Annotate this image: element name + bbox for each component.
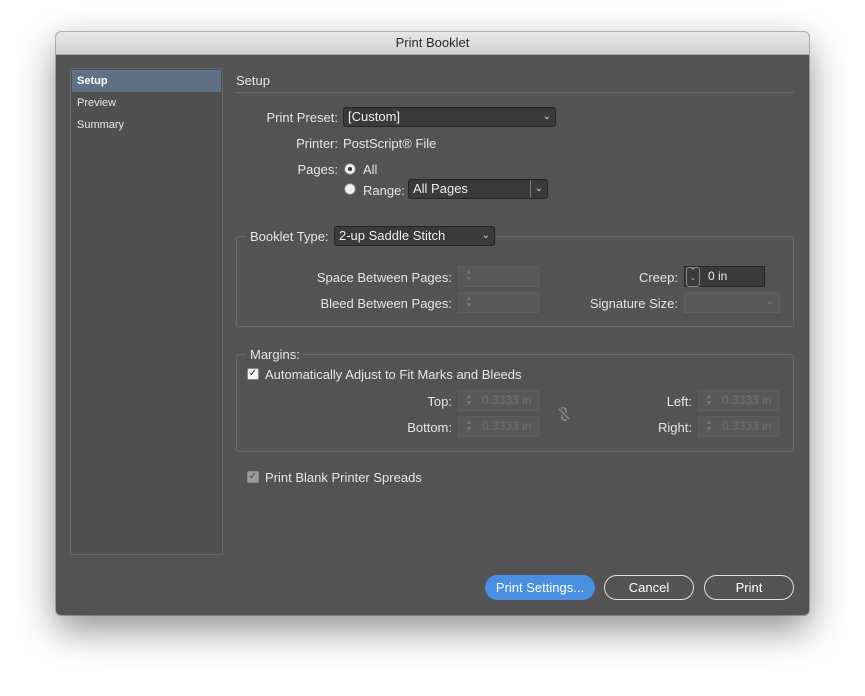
stepper-icon: ▲ ▼ (465, 419, 473, 433)
margins-heading: Margins: (250, 347, 300, 362)
sidebar-item-setup[interactable]: Setup (72, 70, 221, 92)
bottom-margin-value: 0.3333 in (482, 419, 532, 433)
pages-range-label: Range: (363, 183, 405, 198)
print-blank-spreads-label: Print Blank Printer Spreads (265, 470, 422, 485)
sidebar: Setup Preview Summary (70, 68, 223, 555)
creep-label: Creep: (638, 270, 678, 285)
top-margin-field: ▲ ▼ 0.3333 in (458, 390, 539, 411)
space-between-pages-label: Space Between Pages: (316, 270, 452, 285)
right-margin-field: ▲ ▼ 0.3333 in (698, 416, 779, 437)
creep-field[interactable]: ⌃ ⌄ 0 in (684, 266, 765, 287)
bleed-between-pages-field: ▲ ▼ (458, 292, 539, 313)
print-preset-label: Print Preset: (266, 110, 338, 125)
stepper-icon: ▲ ▼ (465, 269, 473, 283)
printer-value: PostScript® File (343, 136, 437, 151)
right-margin-value: 0.3333 in (722, 419, 772, 433)
section-heading: Setup (236, 73, 270, 88)
sidebar-item-preview[interactable]: Preview (72, 92, 221, 114)
left-margin-value: 0.3333 in (722, 393, 772, 407)
stepper-icon: ▲ ▼ (705, 393, 713, 407)
print-button[interactable]: Print (704, 575, 794, 600)
window-title: Print Booklet (56, 32, 809, 55)
pages-range-radio[interactable] (344, 183, 356, 195)
bleed-between-pages-label: Bleed Between Pages: (320, 296, 452, 311)
combo-divider (530, 180, 531, 198)
chain-link-icon (556, 406, 572, 425)
pages-all-label: All (363, 162, 378, 177)
chevron-down-icon: ⌄ (534, 183, 543, 194)
chevron-down-icon: ⌄ (542, 111, 551, 122)
left-margin-field: ▲ ▼ 0.3333 in (698, 390, 779, 411)
booklet-type-label: Booklet Type: (250, 229, 329, 244)
chevron-down-icon: ⌄ (765, 296, 774, 307)
pages-label: Pages: (297, 162, 338, 177)
left-margin-label: Left: (666, 394, 692, 409)
bottom-margin-field: ▲ ▼ 0.3333 in (458, 416, 539, 437)
print-booklet-dialog: Print Booklet Setup Preview Summary Setu… (56, 32, 809, 615)
print-preset-select[interactable]: [Custom] ⌄ (343, 107, 556, 127)
bottom-margin-label: Bottom: (407, 420, 452, 435)
print-preset-value: [Custom] (348, 109, 401, 124)
pages-range-select[interactable]: All Pages ⌄ (408, 179, 548, 199)
booklet-type-value: 2-up Saddle Stitch (339, 228, 446, 243)
stepper-icon: ▲ ▼ (465, 295, 473, 309)
sidebar-item-summary[interactable]: Summary (72, 114, 221, 136)
signature-size-label: Signature Size: (589, 296, 678, 311)
cancel-button[interactable]: Cancel (604, 575, 694, 600)
stepper-icon[interactable]: ⌃ ⌄ (686, 267, 700, 287)
chevron-down-icon: ⌄ (481, 230, 490, 241)
print-blank-spreads-checkbox[interactable]: ✓ (247, 471, 259, 483)
top-margin-value: 0.3333 in (482, 393, 532, 407)
booklet-type-select[interactable]: 2-up Saddle Stitch ⌄ (334, 226, 495, 246)
radio-selected-dot (348, 167, 352, 171)
right-margin-label: Right: (658, 420, 692, 435)
auto-adjust-checkbox[interactable]: ✓ (247, 368, 259, 380)
pages-all-radio[interactable] (344, 163, 356, 175)
top-margin-label: Top: (427, 394, 452, 409)
printer-label: Printer: (296, 136, 338, 151)
heading-divider (236, 92, 794, 93)
space-between-pages-field: ▲ ▼ (458, 266, 539, 287)
stepper-icon: ▲ ▼ (465, 393, 473, 407)
pages-range-value: All Pages (413, 181, 468, 196)
stepper-icon: ▲ ▼ (705, 419, 713, 433)
print-settings-button[interactable]: Print Settings... (485, 575, 595, 600)
auto-adjust-label: Automatically Adjust to Fit Marks and Bl… (265, 367, 522, 382)
creep-value: 0 in (708, 269, 728, 283)
signature-size-select: ⌄ (684, 292, 780, 313)
